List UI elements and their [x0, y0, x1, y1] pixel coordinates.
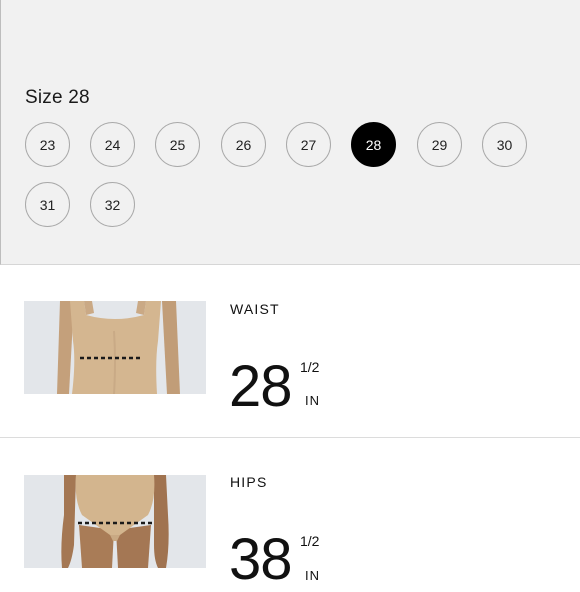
waist-value: 28	[229, 354, 293, 419]
hips-label: HIPS	[230, 474, 268, 490]
size-option-26[interactable]: 26	[221, 122, 266, 167]
waist-measurement-row: WAIST 28 1/2 IN	[0, 266, 580, 438]
size-option-24[interactable]: 24	[90, 122, 135, 167]
size-option-23[interactable]: 23	[25, 122, 70, 167]
size-option-25[interactable]: 25	[155, 122, 200, 167]
hips-value: 38	[229, 527, 293, 592]
waist-unit: IN	[305, 393, 320, 408]
size-selector-panel: Size 28 23 24 25 26 27 28 29 30 31 32	[0, 0, 580, 265]
waist-measurement-photo	[24, 301, 206, 394]
size-option-28[interactable]: 28	[351, 122, 396, 167]
size-option-27[interactable]: 27	[286, 122, 331, 167]
hips-fraction: 1/2	[300, 533, 320, 549]
waist-fraction: 1/2	[300, 359, 320, 375]
hips-photo-illustration	[24, 475, 206, 568]
size-heading: Size 28	[25, 87, 90, 108]
size-option-31[interactable]: 31	[25, 182, 70, 227]
waist-photo-illustration	[24, 301, 206, 394]
hips-measurement-row: HIPS 38 1/2 IN	[0, 439, 580, 589]
size-option-29[interactable]: 29	[417, 122, 462, 167]
size-option-32[interactable]: 32	[90, 182, 135, 227]
size-option-30[interactable]: 30	[482, 122, 527, 167]
waist-label: WAIST	[230, 301, 280, 317]
hips-unit: IN	[305, 568, 320, 583]
hips-measurement-photo	[24, 475, 206, 568]
